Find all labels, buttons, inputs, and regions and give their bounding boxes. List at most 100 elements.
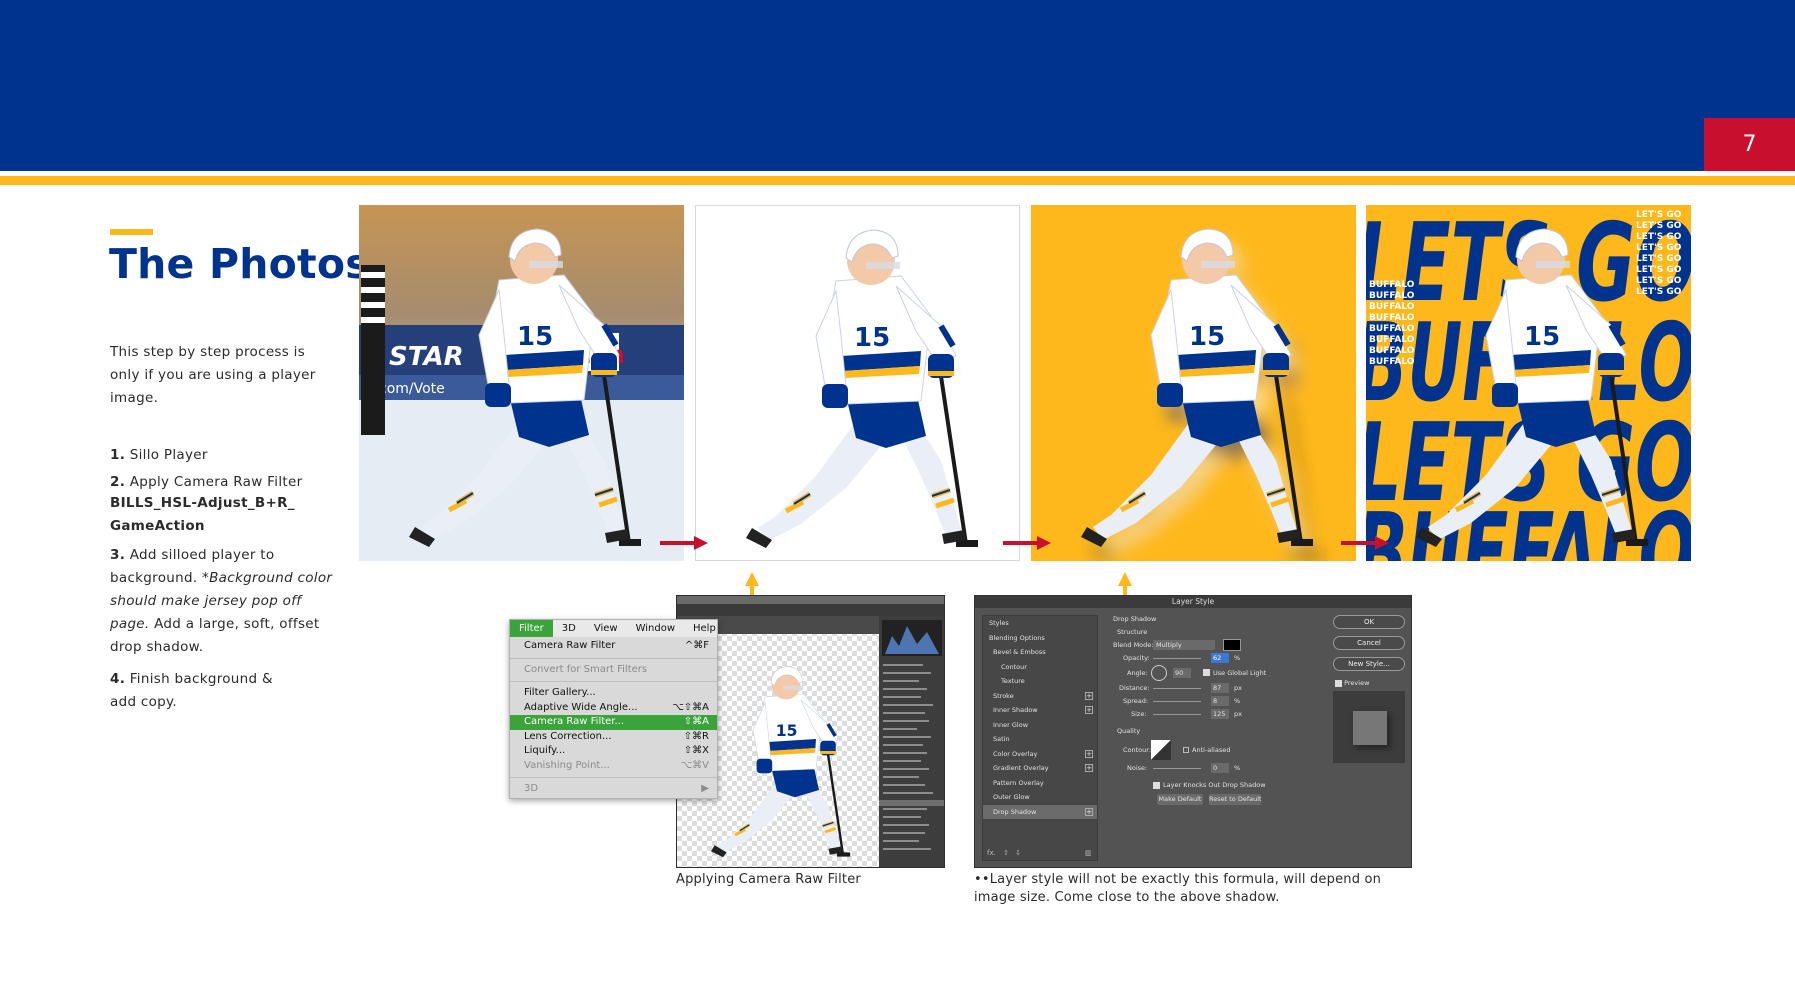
preview-row: Preview <box>1335 678 1369 688</box>
style-item[interactable]: Blending Options <box>983 631 1097 646</box>
menu-3d[interactable]: 3D <box>553 620 585 637</box>
knockout-row: Layer Knocks Out Drop Shadow <box>1113 779 1278 792</box>
menu-item-convert-smart-filters: Convert for Smart Filters <box>510 663 717 678</box>
contour-row: Contour: Anti-aliased <box>1113 738 1278 762</box>
style-item[interactable]: Gradient Overlay + <box>983 761 1097 776</box>
angle-input[interactable]: 90 <box>1173 668 1191 678</box>
contour-picker[interactable] <box>1151 740 1171 760</box>
style-item-label: Pattern Overlay <box>993 778 1044 787</box>
noise-input[interactable]: 0 <box>1211 763 1229 773</box>
add-effect-icon[interactable]: + <box>1085 807 1093 816</box>
spread-slider[interactable] <box>1153 701 1201 702</box>
menu-item-liquify[interactable]: Liquify... ⇧⌘X <box>510 744 717 759</box>
size-row: Size: 125 px <box>1113 708 1278 721</box>
intro-text: This step by step process is only if you… <box>110 344 316 406</box>
blend-mode-select[interactable]: Multiply <box>1153 640 1215 650</box>
style-item[interactable]: Inner Shadow + <box>983 703 1097 718</box>
noise-slider[interactable] <box>1153 768 1201 769</box>
poster-small-line: BUFFALO <box>1369 335 1415 345</box>
new-style-button[interactable]: New Style... <box>1333 657 1405 671</box>
menu-bar: Filter 3D View Window Help <box>510 620 717 637</box>
style-item[interactable]: Contour <box>983 660 1097 675</box>
menu-filter[interactable]: Filter <box>510 620 553 637</box>
percent-unit: % <box>1234 764 1241 772</box>
menu-item-adaptive-wide-angle[interactable]: Adaptive Wide Angle... ⌥⇧⌘A <box>510 701 717 716</box>
opacity-input[interactable]: 62 <box>1211 653 1229 663</box>
contour-label: Contour: <box>1123 746 1152 754</box>
step-2-text: Apply Camera Raw Filter <box>129 474 303 490</box>
distance-slider[interactable] <box>1153 688 1201 689</box>
poster-right-line: LET'S GO <box>1636 210 1682 220</box>
add-effect-icon[interactable]: + <box>1085 706 1093 714</box>
spread-label: Spread: <box>1123 697 1149 705</box>
poster-right-line: LET'S GO <box>1636 243 1682 253</box>
make-default-button[interactable]: Make Default <box>1157 794 1203 805</box>
style-item-label: Bevel & Emboss <box>993 648 1046 656</box>
shadow-color-swatch[interactable] <box>1223 639 1241 651</box>
percent-unit: % <box>1234 654 1241 662</box>
drop-shadow-settings: Drop Shadow Structure Blend Mode: Multip… <box>1113 613 1278 808</box>
style-item[interactable]: Texture <box>983 674 1097 689</box>
ok-button[interactable]: OK <box>1333 615 1405 629</box>
menu-item-camera-raw-last[interactable]: Camera Raw Filter ^⌘F <box>510 639 717 654</box>
cancel-button[interactable]: Cancel <box>1333 636 1405 650</box>
poster-right-line: LET'S GO <box>1636 265 1682 275</box>
distance-input[interactable]: 87 <box>1211 683 1229 693</box>
style-item[interactable]: Pattern Overlay <box>983 776 1097 791</box>
arrow-right-icon <box>1341 536 1389 550</box>
poster-small-line: BUFFALO <box>1369 346 1415 356</box>
anti-aliased-checkbox[interactable] <box>1183 747 1189 753</box>
style-item[interactable]: Color Overlay + <box>983 747 1097 762</box>
anti-aliased-label: Anti-aliased <box>1192 746 1231 754</box>
step-1-text: Sillo Player <box>129 447 208 463</box>
global-light-label: Use Global Light <box>1213 669 1267 677</box>
style-item-label: Color Overlay <box>993 749 1038 758</box>
menu-help[interactable]: Help <box>684 620 725 637</box>
fx-icon[interactable]: fx. <box>987 849 996 857</box>
poster-small-line: BUFFALO <box>1369 313 1415 323</box>
page-number-badge: 7 <box>1704 118 1795 171</box>
step-1: 1. Sillo Player <box>110 444 335 467</box>
percent-unit: % <box>1234 697 1241 705</box>
layer-style-note: ••Layer style will not be exactly this f… <box>974 872 1382 905</box>
knockout-label: Layer Knocks Out Drop Shadow <box>1163 781 1266 789</box>
spread-input[interactable]: 8 <box>1211 696 1229 706</box>
menu-window[interactable]: Window <box>627 620 684 637</box>
menu-item-camera-raw-filter[interactable]: Camera Raw Filter... ⇧⌘A <box>510 715 717 730</box>
rink-sign-vote: com/Vote <box>379 381 445 397</box>
size-slider[interactable] <box>1153 714 1201 715</box>
preview-label: Preview <box>1344 679 1370 687</box>
style-item[interactable]: Bevel & Emboss <box>983 645 1097 660</box>
menu-separator <box>510 657 717 659</box>
style-item[interactable]: Stroke + <box>983 689 1097 704</box>
menu-item-shortcut: ⌥⌘V <box>680 759 709 771</box>
style-item[interactable]: Outer Glow <box>983 790 1097 805</box>
page-title: The Photos <box>109 240 370 288</box>
style-item-drop-shadow[interactable]: Drop Shadow + <box>983 804 1097 819</box>
style-item[interactable]: Inner Glow <box>983 718 1097 733</box>
photo-original: STAR idden com/Vote <box>359 205 684 561</box>
menu-item-label: Convert for Smart Filters <box>524 663 648 675</box>
style-item[interactable]: Satin <box>983 732 1097 747</box>
knockout-checkbox[interactable] <box>1153 782 1160 789</box>
angle-dial-icon[interactable] <box>1151 665 1167 681</box>
preview-checkbox[interactable] <box>1335 679 1342 687</box>
style-item-label: Outer Glow <box>993 793 1030 801</box>
poster-small-line: BUFFALO <box>1369 357 1415 367</box>
reset-default-button[interactable]: Reset to Default <box>1209 794 1262 805</box>
move-down-icon[interactable]: ⇩ <box>1015 849 1021 857</box>
opacity-row: Opacity: 62 % <box>1113 652 1278 665</box>
add-effect-icon[interactable]: + <box>1085 764 1093 772</box>
add-effect-icon[interactable]: + <box>1085 749 1093 758</box>
add-effect-icon[interactable]: + <box>1085 691 1093 700</box>
global-light-checkbox[interactable] <box>1203 669 1210 676</box>
size-input[interactable]: 125 <box>1211 709 1229 719</box>
menu-view[interactable]: View <box>585 620 627 637</box>
opacity-slider[interactable] <box>1153 658 1201 659</box>
menu-item-filter-gallery[interactable]: Filter Gallery... <box>510 686 717 701</box>
menu-item-label: Lens Correction... <box>524 730 612 742</box>
menu-item-lens-correction[interactable]: Lens Correction... ⇧⌘R <box>510 730 717 745</box>
trash-icon[interactable]: ▥ <box>1085 849 1092 857</box>
move-up-icon[interactable]: ⇧ <box>1003 849 1009 857</box>
menu-separator <box>510 681 717 682</box>
